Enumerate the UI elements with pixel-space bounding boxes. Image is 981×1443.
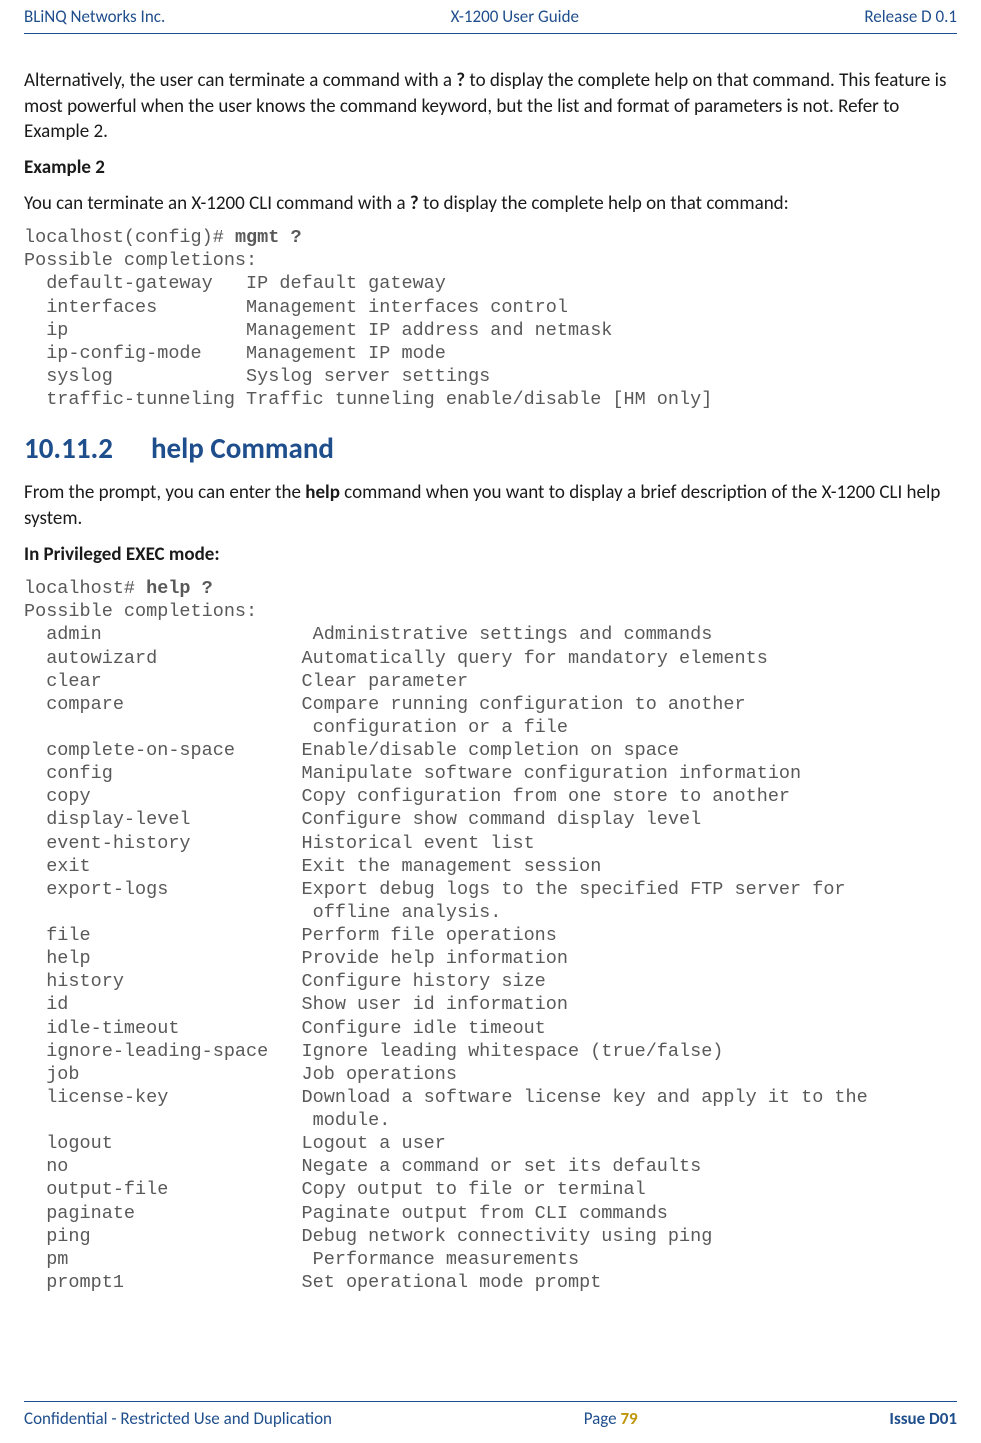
question-mark-2: ?	[410, 192, 419, 215]
example-2-label: Example 2	[24, 155, 957, 181]
header-center: X-1200 User Guide	[451, 6, 579, 29]
page-header: BLiNQ Networks Inc. X-1200 User Guide Re…	[24, 0, 957, 34]
code2-prompt: localhost#	[24, 578, 146, 599]
page: BLiNQ Networks Inc. X-1200 User Guide Re…	[0, 0, 981, 1443]
code1-command: mgmt ?	[235, 227, 302, 248]
privileged-mode-label: In Privileged EXEC mode:	[24, 542, 957, 568]
header-right: Release D 0.1	[864, 6, 957, 29]
footer-page-number: 79	[620, 1408, 637, 1429]
help-paragraph: From the prompt, you can enter the help …	[24, 480, 957, 531]
footer-page-label: Page	[584, 1408, 621, 1429]
ex2-text-a: You can terminate an X-1200 CLI command …	[24, 192, 410, 215]
question-mark-1: ?	[456, 69, 465, 92]
intro-paragraph: Alternatively, the user can terminate a …	[24, 68, 957, 145]
footer-center: Page 79	[584, 1408, 638, 1431]
code2-body: Possible completions: admin Administrati…	[24, 601, 879, 1293]
code1-body: Possible completions: default-gateway IP…	[24, 250, 712, 410]
section-title: help Command	[151, 430, 334, 466]
content: Alternatively, the user can terminate a …	[24, 68, 957, 1377]
help-text-a: From the prompt, you can enter the	[24, 481, 305, 504]
code-block-mgmt: localhost(config)# mgmt ? Possible compl…	[24, 226, 957, 411]
header-left: BLiNQ Networks Inc.	[24, 6, 165, 29]
ex2-text-b: to display the complete help on that com…	[419, 192, 789, 215]
help-keyword: help	[305, 481, 340, 504]
footer-left: Confidential - Restricted Use and Duplic…	[24, 1408, 332, 1431]
footer-right: Issue D01	[889, 1408, 957, 1431]
section-heading: 10.11.2 help Command	[24, 429, 957, 468]
example-2-intro: You can terminate an X-1200 CLI command …	[24, 191, 957, 217]
page-footer: Confidential - Restricted Use and Duplic…	[24, 1401, 957, 1443]
intro-text-a: Alternatively, the user can terminate a …	[24, 69, 456, 92]
code1-prompt: localhost(config)#	[24, 227, 235, 248]
code2-command: help ?	[146, 578, 213, 599]
section-number: 10.11.2	[24, 430, 113, 466]
code-block-help: localhost# help ? Possible completions: …	[24, 577, 957, 1294]
